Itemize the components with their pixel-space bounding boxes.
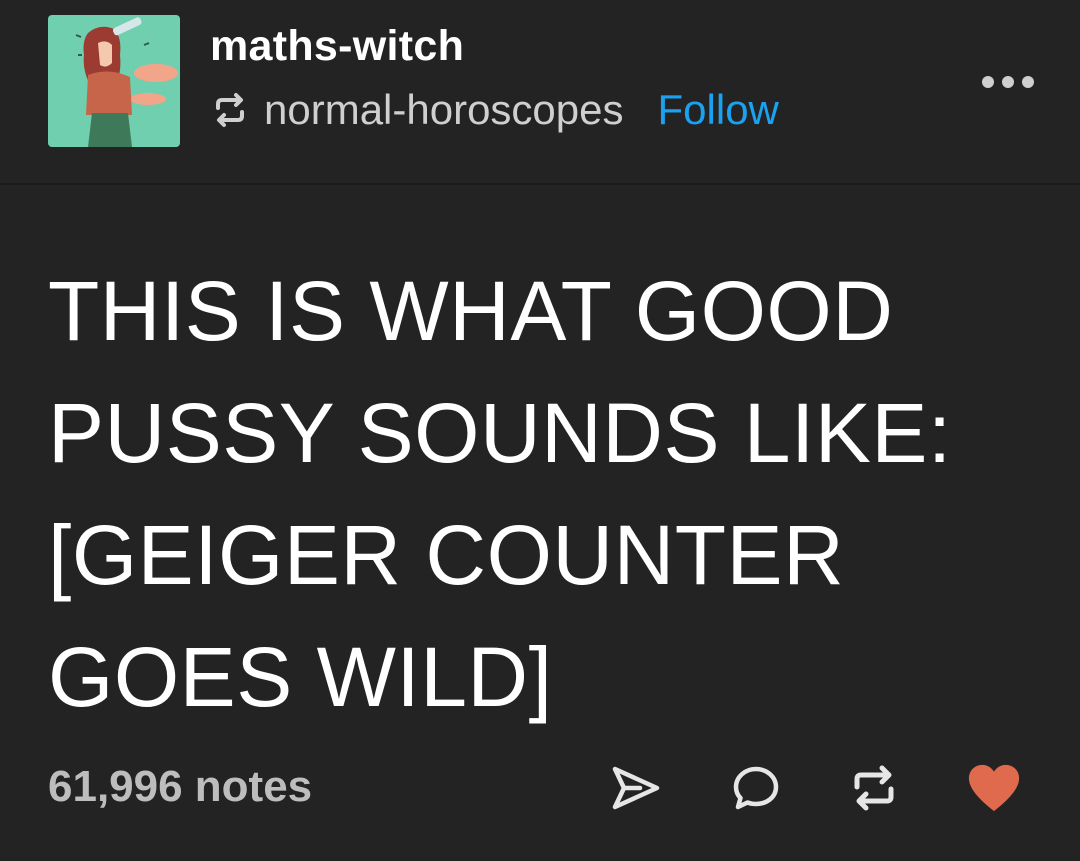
post-text-line: THIS IS WHAT GOOD xyxy=(48,264,894,358)
reblog-attribution: normal-horoscopes Follow xyxy=(210,84,779,136)
post-text-line: PUSSY SOUNDS LIKE: xyxy=(48,386,952,480)
avatar-illustration xyxy=(48,15,180,147)
post-text-line: GOES WILD] xyxy=(48,630,553,724)
avatar[interactable] xyxy=(48,15,180,147)
more-dot xyxy=(1022,76,1034,88)
more-dot xyxy=(1002,76,1014,88)
post-header: maths-witch normal-horoscopes Follow xyxy=(0,0,1080,184)
post-body: THIS IS WHAT GOOD PUSSY SOUNDS LIKE: [GE… xyxy=(48,250,1048,738)
reblog-action-icon[interactable] xyxy=(846,760,902,816)
reblog-source-link[interactable]: normal-horoscopes xyxy=(264,86,624,134)
share-icon[interactable] xyxy=(608,760,664,816)
post-actions xyxy=(0,760,1080,816)
reblog-icon xyxy=(210,90,250,130)
post-text-line: [GEIGER COUNTER xyxy=(48,508,845,602)
reply-icon[interactable] xyxy=(728,760,784,816)
blog-name[interactable]: maths-witch xyxy=(210,22,464,71)
more-dot xyxy=(982,76,994,88)
heart-icon[interactable] xyxy=(966,760,1022,816)
more-options-icon[interactable] xyxy=(982,70,1034,94)
follow-button[interactable]: Follow xyxy=(658,86,779,134)
header-divider xyxy=(0,183,1080,185)
post-card: maths-witch normal-horoscopes Follow THI… xyxy=(0,0,1080,861)
